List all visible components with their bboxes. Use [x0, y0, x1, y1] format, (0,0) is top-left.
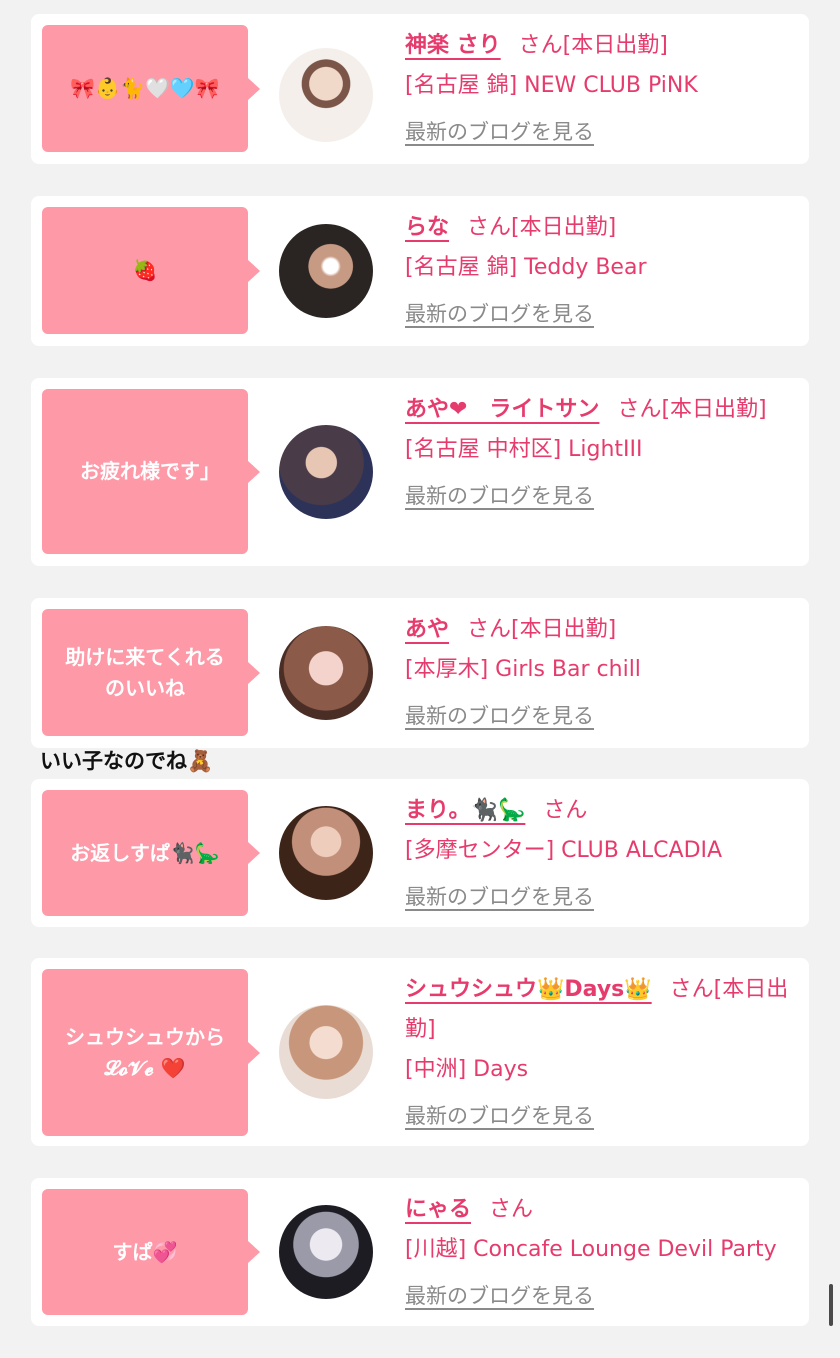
shop-name: [多摩センター] CLUB ALCADIA	[405, 838, 723, 863]
message-bubble: お疲れ様です｣	[42, 389, 260, 554]
status-text: さん	[543, 798, 588, 823]
shop-name: [本厚木] Girls Bar chill	[405, 657, 641, 682]
message-text: シュウシュウから 𝓛𝓸𝓥𝓮 ❤️	[65, 1024, 225, 1080]
message-bubble: シュウシュウから 𝓛𝓸𝓥𝓮 ❤️	[42, 969, 260, 1136]
blog-card: 🍓 らな さん[本日出勤] [名古屋 錦] Teddy Bear 最新のブログを見…	[31, 196, 809, 346]
message-bubble: 🎀👶🐈🤍🩵🎀	[42, 25, 260, 152]
shop-name: [名古屋 中村区] LightIII	[405, 437, 643, 462]
floating-comment-text: いい子なのでね🧸	[40, 749, 214, 773]
status-text: さん[本日出勤]	[467, 617, 617, 642]
message-text: 助けに来てくれるのいいね	[65, 644, 225, 700]
user-name-link[interactable]: にゃる	[405, 1197, 471, 1222]
user-name-link[interactable]: シュウシュウ👑Days👑	[405, 977, 652, 1002]
avatar[interactable]	[279, 224, 373, 318]
message-text: 🍓	[132, 258, 158, 282]
avatar[interactable]	[279, 626, 373, 720]
message-bubble: 助けに来てくれるのいいね	[42, 609, 260, 736]
message-text: 🎀👶🐈🤍🩵🎀	[70, 76, 220, 100]
status-text: さん[本日出勤]	[518, 33, 668, 58]
message-bubble: 🍓	[42, 207, 260, 334]
latest-blog-link[interactable]: 最新のブログを見る	[405, 1276, 791, 1316]
blog-card: 🎀👶🐈🤍🩵🎀 神楽 さり さん[本日出勤] [名古屋 錦] NEW CLUB Pi…	[31, 14, 809, 164]
latest-blog-link[interactable]: 最新のブログを見る	[405, 877, 791, 917]
scrollbar-thumb[interactable]	[829, 1284, 833, 1326]
user-name-link[interactable]: 神楽 さり	[405, 33, 501, 58]
avatar[interactable]	[279, 1205, 373, 1299]
user-name-link[interactable]: らな	[405, 215, 449, 240]
latest-blog-link[interactable]: 最新のブログを見る	[405, 476, 791, 516]
message-bubble: お返しすぱ🐈‍⬛🦕	[42, 790, 260, 916]
blog-card: 助けに来てくれるのいいね あや さん[本日出勤] [本厚木] Girls Bar …	[31, 598, 809, 748]
user-name-link[interactable]: あや	[405, 617, 449, 642]
user-name-link[interactable]: あや❤︎ ライトサン	[405, 397, 599, 422]
status-text: さん[本日出勤]	[617, 397, 767, 422]
avatar[interactable]	[279, 806, 373, 900]
blog-card: お返しすぱ🐈‍⬛🦕 まり。🐈‍⬛🦕 さん [多摩センター] CLUB ALCADI…	[31, 779, 809, 927]
avatar[interactable]	[279, 48, 373, 142]
blog-card: お疲れ様です｣ あや❤︎ ライトサン さん[本日出勤] [名古屋 中村区] Lig…	[31, 378, 809, 566]
blog-card: シュウシュウから 𝓛𝓸𝓥𝓮 ❤️ シュウシュウ👑Days👑 さん[本日出勤] [中…	[31, 958, 809, 1146]
latest-blog-link[interactable]: 最新のブログを見る	[405, 294, 791, 334]
shop-name: [名古屋 錦] Teddy Bear	[405, 255, 647, 280]
latest-blog-link[interactable]: 最新のブログを見る	[405, 1096, 791, 1136]
status-text: さん[本日出勤]	[467, 215, 617, 240]
status-text: さん	[489, 1197, 534, 1222]
message-text: お返しすぱ🐈‍⬛🦕	[70, 840, 220, 865]
message-bubble: すぱ💞	[42, 1189, 260, 1315]
latest-blog-link[interactable]: 最新のブログを見る	[405, 696, 791, 736]
avatar[interactable]	[279, 1005, 373, 1099]
shop-name: [川越] Concafe Lounge Devil Party	[405, 1237, 777, 1262]
message-text: すぱ💞	[112, 1239, 178, 1264]
user-name-link[interactable]: まり。🐈‍⬛🦕	[405, 798, 525, 823]
blog-card: すぱ💞 にゃる さん [川越] Concafe Lounge Devil Part…	[31, 1178, 809, 1326]
avatar[interactable]	[279, 425, 373, 519]
shop-name: [名古屋 錦] NEW CLUB PiNK	[405, 73, 698, 98]
message-text: お疲れ様です｣	[80, 459, 210, 483]
latest-blog-link[interactable]: 最新のブログを見る	[405, 112, 791, 152]
shop-name: [中洲] Days	[405, 1057, 529, 1082]
